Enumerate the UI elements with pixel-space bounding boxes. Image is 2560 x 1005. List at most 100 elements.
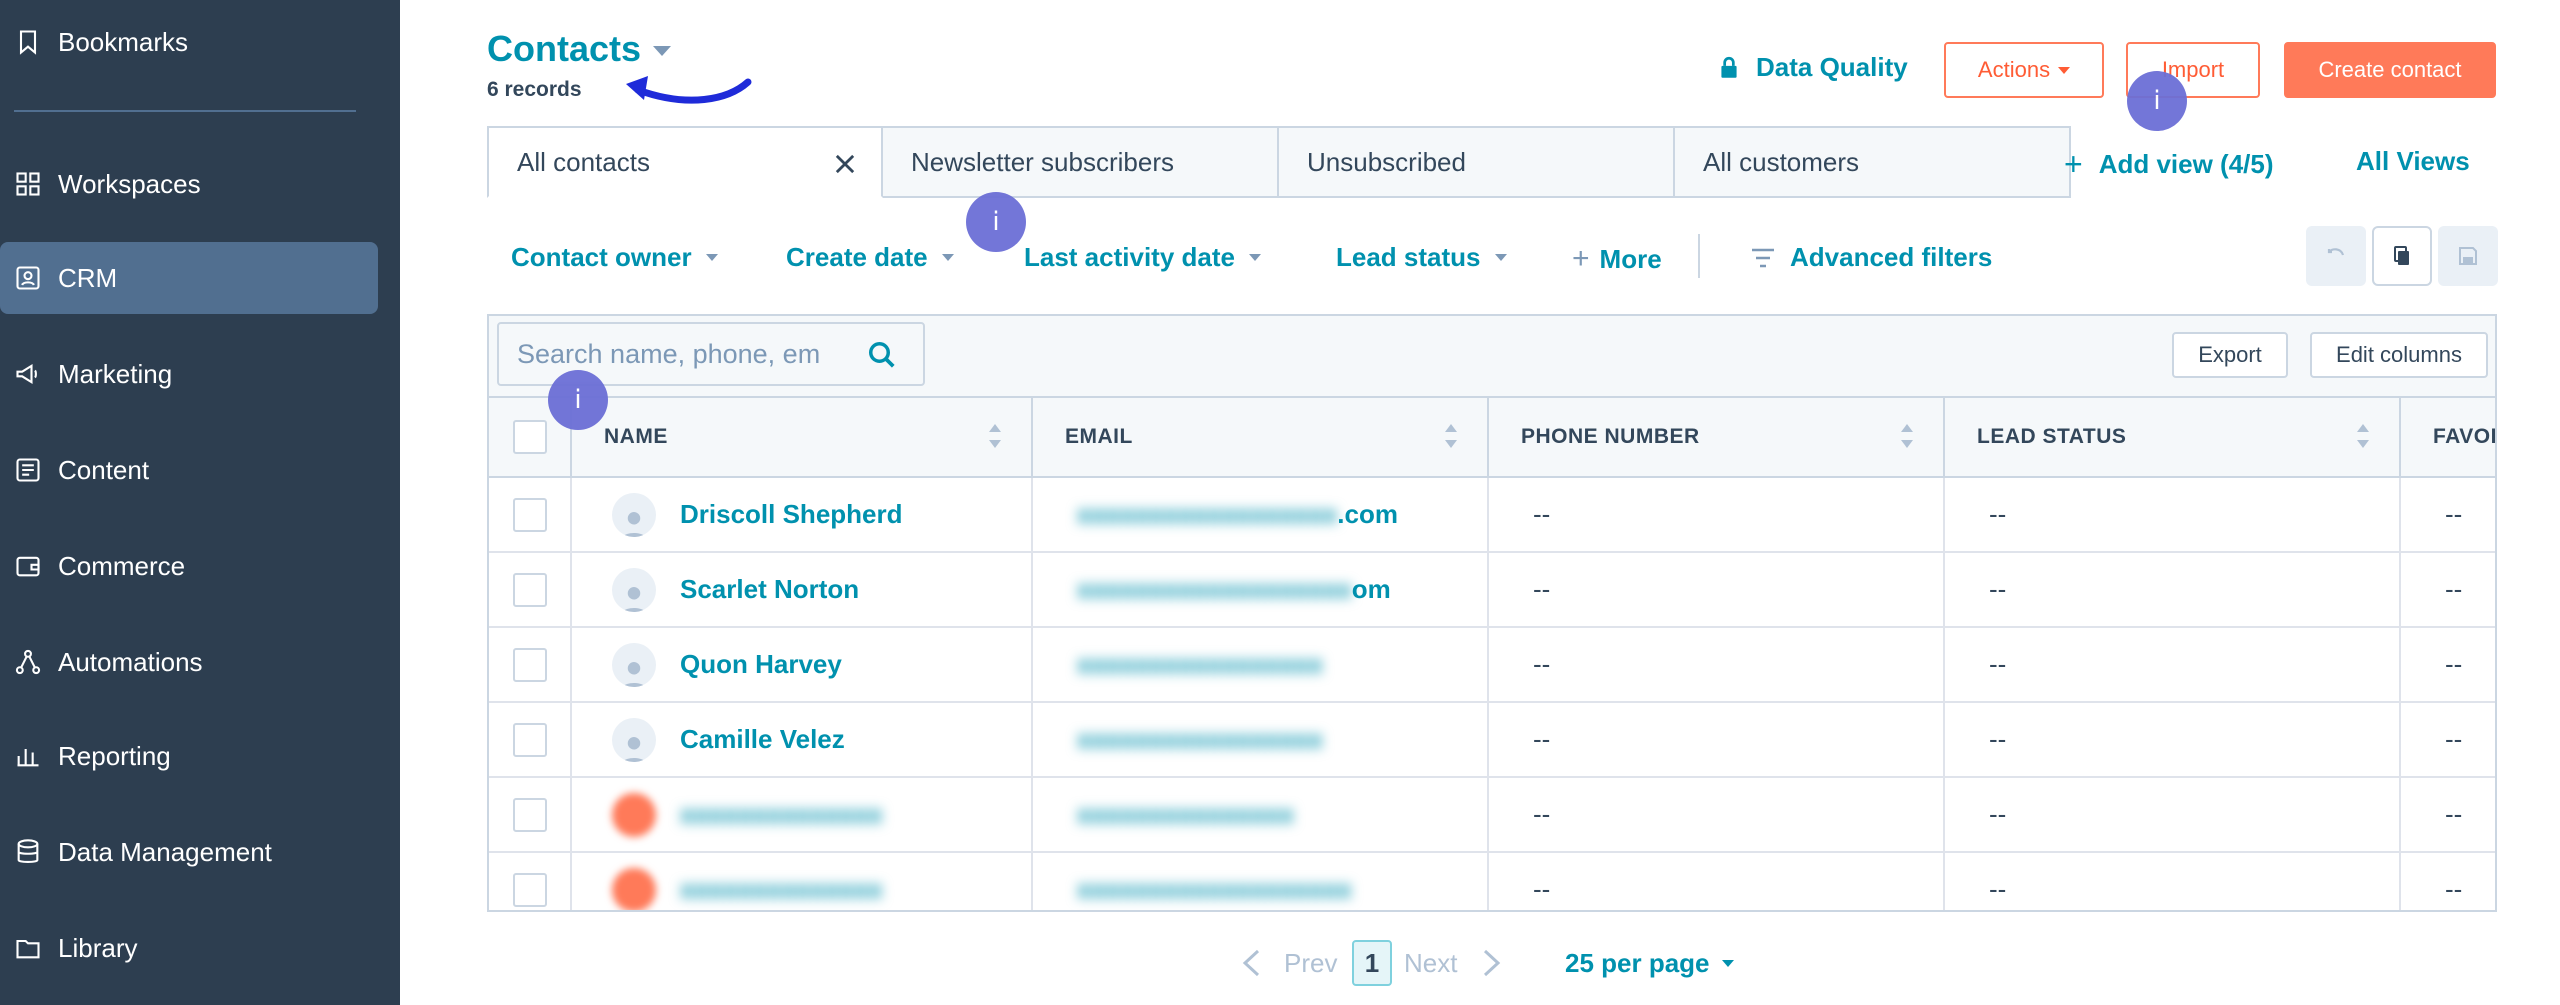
sidebar-item-crm[interactable]: CRM xyxy=(0,242,378,314)
chevron-down-icon xyxy=(1494,254,1507,261)
sidebar-divider xyxy=(14,110,356,112)
column-header-lead-status[interactable]: LEAD STATUS xyxy=(1944,396,2401,478)
plus-icon: + xyxy=(1572,242,1590,275)
create-contact-button[interactable]: Create contact xyxy=(2284,42,2496,98)
favorite-cell: -- xyxy=(2400,552,2495,628)
row-checkbox[interactable] xyxy=(512,797,547,832)
all-views-link[interactable]: All Views xyxy=(2356,146,2470,177)
sort-icon[interactable] xyxy=(1901,424,1913,452)
filter-create-date[interactable]: Create date xyxy=(786,242,954,273)
sidebar-item-label: Automations xyxy=(58,646,203,677)
chevron-down-icon xyxy=(653,46,672,56)
bookmark-icon xyxy=(14,28,42,56)
filter-more[interactable]: + More xyxy=(1572,242,1662,276)
contact-name-link[interactable]: Quon Harvey xyxy=(680,649,842,680)
contact-name-link[interactable]: Driscoll Shepherd xyxy=(680,499,903,530)
info-hint-marker[interactable]: i xyxy=(966,192,1026,252)
table-row: Scarlet Norton xxxxxxxxxxxxxxxxxxxom -- … xyxy=(489,552,2495,628)
avatar xyxy=(612,567,656,612)
search-icon[interactable] xyxy=(867,340,897,370)
sidebar-item-workspaces[interactable]: Workspaces xyxy=(0,148,378,220)
row-checkbox[interactable] xyxy=(512,872,547,907)
phone-cell: -- xyxy=(1488,702,1945,778)
contact-name-link[interactable]: Scarlet Norton xyxy=(680,574,859,605)
info-hint-marker[interactable]: i xyxy=(2127,71,2187,131)
person-icon xyxy=(622,586,646,612)
sort-icon[interactable] xyxy=(1445,424,1457,452)
export-button[interactable]: Export xyxy=(2172,332,2288,378)
email-cell: xxxxxxxxxxxxxxx xyxy=(1032,777,1489,853)
contact-name-link[interactable]: Camille Velez xyxy=(680,724,845,755)
tab-newsletter-subscribers[interactable]: Newsletter subscribers xyxy=(883,126,1279,198)
sidebar-item-commerce[interactable]: Commerce xyxy=(0,530,378,602)
favorite-cell: -- xyxy=(2400,702,2495,778)
close-icon[interactable] xyxy=(831,150,859,178)
contact-card-icon xyxy=(14,264,42,292)
tab-all-contacts[interactable]: All contacts xyxy=(487,126,883,198)
phone-cell: -- xyxy=(1488,777,1945,853)
sidebar-item-reporting[interactable]: Reporting xyxy=(0,720,378,792)
column-header-email[interactable]: EMAIL xyxy=(1032,396,1489,478)
data-quality-link[interactable]: Data Quality xyxy=(1716,52,1908,83)
row-checkbox[interactable] xyxy=(512,722,547,757)
tab-unsubscribed[interactable]: Unsubscribed xyxy=(1279,126,1675,198)
avatar xyxy=(612,867,656,910)
undo-button[interactable] xyxy=(2306,226,2366,286)
per-page-select[interactable]: 25 per page xyxy=(1565,940,1734,986)
filter-contact-owner[interactable]: Contact owner xyxy=(511,242,718,273)
actions-button[interactable]: Actions xyxy=(1944,42,2104,98)
select-all-checkbox[interactable] xyxy=(512,420,547,454)
sidebar-item-bookmarks[interactable]: Bookmarks xyxy=(0,6,378,78)
sidebar-item-marketing[interactable]: Marketing xyxy=(0,338,378,410)
next-page-button[interactable]: Next xyxy=(1404,940,1503,986)
chevron-left-icon xyxy=(1242,949,1260,977)
plus-icon: + xyxy=(2064,146,2083,182)
name-cell: xxxxxxxxxxxxxx xyxy=(571,777,1033,853)
sort-icon[interactable] xyxy=(2357,424,2369,452)
lead-status-cell: -- xyxy=(1944,477,2401,553)
advanced-filters-button[interactable]: Advanced filters xyxy=(1750,242,1992,273)
tab-all-customers[interactable]: All customers xyxy=(1675,126,2071,198)
row-checkbox[interactable] xyxy=(512,647,547,682)
row-checkbox[interactable] xyxy=(512,497,547,532)
email-visible-text: om xyxy=(1351,574,1391,604)
lead-status-cell: -- xyxy=(1944,702,2401,778)
name-cell: xxxxxxxxxxxxxx xyxy=(571,852,1033,910)
lead-status-cell: -- xyxy=(1944,552,2401,628)
save-view-button[interactable] xyxy=(2438,226,2498,286)
chevron-right-icon xyxy=(1484,949,1501,977)
avatar xyxy=(612,492,656,537)
table-row: xxxxxxxxxxxxxx xxxxxxxxxxxxxxx -- -- -- xyxy=(489,777,2495,853)
sidebar-item-label: Data Management xyxy=(58,836,272,867)
filter-lead-status[interactable]: Lead status xyxy=(1336,242,1507,273)
lock-icon xyxy=(1721,56,1737,78)
row-select-cell xyxy=(489,702,572,778)
clone-view-button[interactable] xyxy=(2372,226,2432,286)
sidebar-item-data-management[interactable]: Data Management xyxy=(0,816,378,888)
row-select-cell xyxy=(489,552,572,628)
sidebar-item-label: Commerce xyxy=(58,550,186,581)
edit-columns-button[interactable]: Edit columns xyxy=(2310,332,2488,378)
favorite-cell: -- xyxy=(2400,777,2495,853)
current-page[interactable]: 1 xyxy=(1352,940,1392,986)
sidebar-item-label: Workspaces xyxy=(58,168,201,199)
sidebar-item-automations[interactable]: Automations xyxy=(0,626,378,698)
column-header-favorite[interactable]: FAVOR xyxy=(2400,396,2495,478)
row-checkbox[interactable] xyxy=(512,572,547,607)
chevron-down-icon xyxy=(2058,66,2071,74)
automation-icon xyxy=(14,648,42,676)
column-header-phone[interactable]: PHONE NUMBER xyxy=(1488,396,1945,478)
app-root: Bookmarks Workspaces CRM Marketing Conte… xyxy=(0,0,2560,1005)
sidebar-item-content[interactable]: Content xyxy=(0,434,378,506)
info-hint-marker[interactable]: i xyxy=(548,370,608,430)
content-icon xyxy=(14,456,42,484)
chevron-down-icon xyxy=(1248,254,1261,261)
column-header-name[interactable]: NAME xyxy=(571,396,1033,478)
sidebar-item-label: Reporting xyxy=(58,740,171,771)
prev-page-button[interactable]: Prev xyxy=(1240,940,1337,986)
sidebar-item-label: Bookmarks xyxy=(58,26,189,57)
email-cell: xxxxxxxxxxxxxxxxx xyxy=(1032,702,1489,778)
sort-icon[interactable] xyxy=(989,424,1001,452)
filter-last-activity-date[interactable]: Last activity date xyxy=(1024,242,1261,273)
add-view-button[interactable]: + Add view (4/5) xyxy=(2064,146,2274,183)
